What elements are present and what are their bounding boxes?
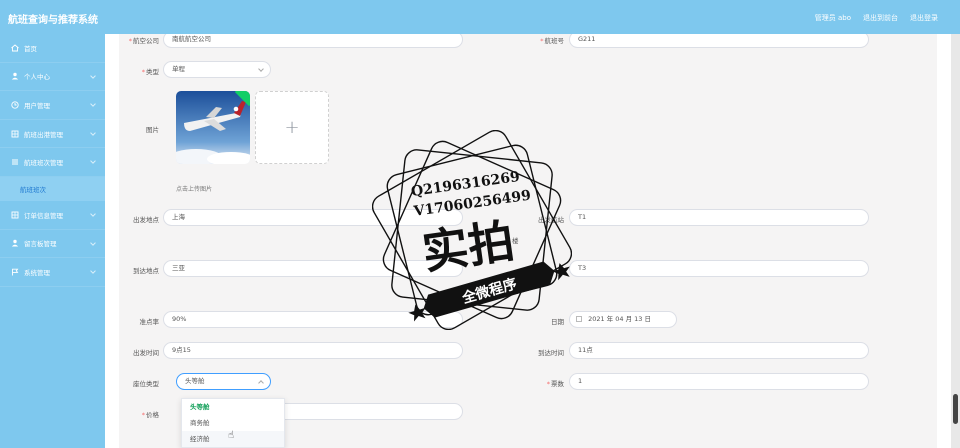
chevron-down-icon <box>90 101 96 108</box>
chevron-down-icon <box>90 211 96 217</box>
sidebar-item-label: 留言板管理 <box>24 240 57 249</box>
required-mark: * <box>141 411 145 419</box>
arrive-time-label: 到达时间 <box>538 349 564 357</box>
sidebar: 首页 个人中心 用户管理 航班出港管理 航班班次管理 航班班次 订单信息管理 留… <box>0 34 105 448</box>
home-icon <box>10 43 19 52</box>
sidebar-item-label: 系统管理 <box>24 268 50 277</box>
depart-place-label: 出发地点 <box>133 216 159 224</box>
arrive-time-input[interactable]: 11点 <box>569 342 869 359</box>
chevron-down-icon <box>90 129 96 136</box>
chevron-down-icon <box>258 66 264 72</box>
sidebar-item-messages[interactable]: 留言板管理 <box>0 230 105 259</box>
plus-icon: + <box>284 117 300 138</box>
type-label: *类型 <box>141 68 159 76</box>
scrollbar-thumb[interactable] <box>953 394 958 424</box>
user-icon <box>10 72 19 81</box>
user-icon <box>10 239 19 248</box>
price-input[interactable] <box>269 403 463 420</box>
depart-time-input[interactable]: 9点15 <box>163 342 463 359</box>
uploaded-image-thumbnail[interactable] <box>176 91 250 164</box>
grid-icon <box>10 210 19 219</box>
sidebar-item-label: 首页 <box>24 44 37 53</box>
required-mark: * <box>128 37 132 45</box>
required-mark: * <box>141 68 145 76</box>
seat-type-label: 座位类型 <box>133 380 159 388</box>
price-label: *价格 <box>141 411 159 419</box>
chevron-down-icon <box>90 268 96 274</box>
tickets-input[interactable]: 1 <box>569 373 869 390</box>
arrive-place-label: 到达地点 <box>133 267 159 275</box>
chevron-down-icon <box>90 72 96 79</box>
image-label: 图片 <box>146 126 159 134</box>
page-scrollbar[interactable] <box>951 34 960 448</box>
clock-icon <box>10 100 19 109</box>
sidebar-subitem-flight-schedule[interactable]: 航班班次 <box>0 176 105 201</box>
date-value: 2021 年 04 月 13 日 <box>588 315 651 323</box>
required-mark: * <box>540 37 544 45</box>
airline-input[interactable]: 南航航空公司 <box>163 34 463 48</box>
top-links: 管理员 abo 退出到前台 退出登录 <box>815 13 938 23</box>
seat-option-first[interactable]: 头等舱 <box>182 399 284 415</box>
sidebar-item-orders[interactable]: 订单信息管理 <box>0 201 105 230</box>
logout-link[interactable]: 退出登录 <box>910 13 938 23</box>
upload-hint: 点击上传图片 <box>176 186 213 193</box>
sidebar-item-system[interactable]: 系统管理 <box>0 258 105 287</box>
seat-option-business[interactable]: 商务舱 <box>182 415 284 431</box>
watermark-stamp-frame: Q2196316269 V17060256499 实拍 全微程序 <box>371 129 573 331</box>
calendar-icon <box>576 316 582 322</box>
chevron-down-icon <box>90 239 96 246</box>
flag-icon <box>10 267 19 276</box>
seat-type-value: 头等舱 <box>185 377 205 385</box>
hand-cursor-icon: ☝ <box>228 430 235 441</box>
watermark-main-text: 实拍 <box>419 214 518 280</box>
punctuality-label: 准点率 <box>139 318 160 326</box>
airline-label: *航空公司 <box>128 37 159 45</box>
sidebar-item-flight-schedules[interactable]: 航班班次管理 <box>0 148 105 177</box>
type-select-value: 单程 <box>172 65 185 73</box>
flight-no-label: *航班号 <box>540 37 564 45</box>
sidebar-item-label: 订单信息管理 <box>24 211 63 220</box>
depart-terminal-input[interactable]: T1 <box>569 209 869 226</box>
top-bar: 航班查询与推荐系统 管理员 abo 退出到前台 退出登录 <box>0 0 960 34</box>
chevron-up-icon <box>258 380 264 386</box>
watermark-stamp: Q2196316269 V17060256499 实拍 全微程序 <box>371 129 573 331</box>
type-select[interactable]: 单程 <box>163 61 271 78</box>
grid-icon <box>10 129 19 138</box>
sidebar-item-home[interactable]: 首页 <box>0 34 105 63</box>
image-upload-button[interactable]: + <box>255 91 329 164</box>
chevron-down-icon <box>90 158 96 165</box>
tickets-label: *票数 <box>546 380 564 388</box>
sidebar-item-profile[interactable]: 个人中心 <box>0 63 105 92</box>
admin-label: 管理员 abo <box>814 14 851 22</box>
sidebar-item-label: 航班出港管理 <box>24 130 63 139</box>
sidebar-item-label: 用户管理 <box>24 101 50 110</box>
app-title: 航班查询与推荐系统 <box>8 15 98 26</box>
back-to-front-link[interactable]: 退出到前台 <box>863 13 898 23</box>
sidebar-item-users[interactable]: 用户管理 <box>0 91 105 120</box>
date-picker[interactable]: 2021 年 04 月 13 日 <box>569 311 677 328</box>
sidebar-item-label: 航班班次管理 <box>24 159 63 168</box>
flight-no-input[interactable]: G211 <box>569 34 869 48</box>
depart-time-label: 出发时间 <box>133 349 159 357</box>
sidebar-item-departures[interactable]: 航班出港管理 <box>0 120 105 149</box>
sidebar-item-label: 个人中心 <box>24 73 50 82</box>
required-mark: * <box>546 380 550 388</box>
list-icon <box>10 158 19 167</box>
airplane-photo-icon <box>176 91 250 164</box>
seat-type-select[interactable]: 头等舱 <box>176 373 271 390</box>
arrive-terminal-input[interactable]: T3 <box>569 260 869 277</box>
